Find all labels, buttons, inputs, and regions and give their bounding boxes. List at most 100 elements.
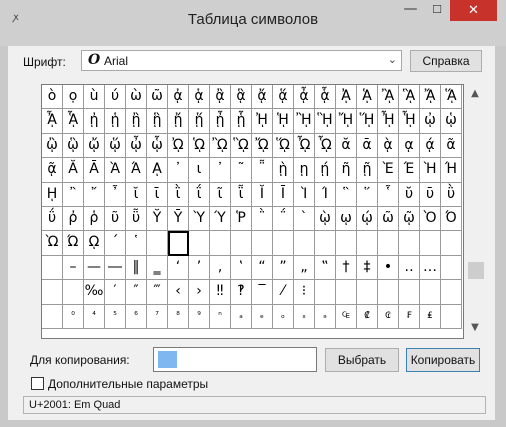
character-cell[interactable]: ₡ (357, 304, 378, 329)
character-cell[interactable] (63, 280, 84, 305)
help-button[interactable]: Справка (410, 50, 482, 72)
character-cell[interactable] (378, 280, 399, 305)
character-cell[interactable]: ᾷ (42, 158, 63, 183)
character-cell[interactable]: ᾙ (273, 109, 294, 134)
character-cell[interactable]: Ὴ (420, 158, 441, 183)
character-cell[interactable]: ᾓ (147, 109, 168, 134)
character-cell[interactable]: Ὼ (42, 231, 63, 256)
character-cell[interactable]: ‥ (399, 255, 420, 281)
character-cell[interactable]: ῌ (42, 182, 63, 207)
character-cell[interactable]: ₣ (399, 304, 420, 329)
character-cell[interactable]: ᾲ (378, 133, 399, 159)
character-cell[interactable]: ᾪ (210, 133, 231, 159)
select-button[interactable]: Выбрать (325, 348, 399, 372)
character-cell[interactable] (420, 231, 441, 256)
character-cell[interactable]: Ὲ (378, 158, 399, 183)
character-cell[interactable]: ‚ (210, 255, 231, 281)
character-cell[interactable]: ᾶ (441, 133, 462, 159)
character-cell[interactable] (357, 231, 378, 256)
character-cell[interactable]: Ᾱ (84, 158, 105, 183)
character-cell[interactable]: ῴ (357, 206, 378, 232)
font-dropdown[interactable]: O Arial ⌄ (81, 50, 402, 71)
character-cell[interactable]: ᾍ (441, 85, 462, 110)
character-cell[interactable]: ⁵ (105, 304, 126, 329)
character-cell[interactable]: ῇ (357, 158, 378, 183)
character-cell[interactable]: ᾋ (399, 85, 420, 110)
copy-input[interactable] (153, 347, 317, 372)
character-cell[interactable]: ῀ (231, 158, 252, 183)
character-cell[interactable]: ᾴ (420, 133, 441, 159)
character-cell[interactable] (189, 231, 210, 256)
character-cell[interactable]: ᾁ (189, 85, 210, 110)
character-cell[interactable]: ᾜ (336, 109, 357, 134)
character-cell[interactable] (315, 280, 336, 305)
character-cell[interactable]: ᾐ (84, 109, 105, 134)
character-cell[interactable]: Ὺ (189, 206, 210, 232)
character-cell[interactable]: Ῑ (273, 182, 294, 207)
character-cell[interactable]: ᾫ (231, 133, 252, 159)
character-cell[interactable]: ᾧ (147, 133, 168, 159)
character-cell[interactable]: ῲ (315, 206, 336, 232)
character-cell[interactable]: ′ (105, 280, 126, 305)
character-cell[interactable]: ᾑ (105, 109, 126, 134)
character-cell[interactable]: ᾬ (252, 133, 273, 159)
character-cell[interactable]: ᾎ (42, 109, 63, 134)
character-cell[interactable]: ‖ (126, 255, 147, 281)
character-cell[interactable]: ’ (189, 255, 210, 281)
character-cell[interactable]: ᾊ (378, 85, 399, 110)
character-cell[interactable]: ῗ (231, 182, 252, 207)
character-cell[interactable]: • (378, 255, 399, 281)
character-cell[interactable]: ᾯ (315, 133, 336, 159)
character-cell[interactable]: ῝ (336, 182, 357, 207)
character-cell[interactable]: Ὰ (105, 158, 126, 183)
character-cell[interactable]: Ί (315, 182, 336, 207)
character-cell[interactable] (399, 231, 420, 256)
character-cell[interactable]: ᾃ (231, 85, 252, 110)
advanced-options-label[interactable]: Дополнительные параметры (48, 377, 208, 391)
character-cell[interactable]: ᾇ (315, 85, 336, 110)
character-cell[interactable]: Ῠ (147, 206, 168, 232)
minimize-button[interactable]: — (397, 0, 424, 21)
character-cell[interactable]: ῍ (63, 182, 84, 207)
character-cell[interactable]: ᾱ (357, 133, 378, 159)
character-cell[interactable]: ὼ (126, 85, 147, 110)
character-cell[interactable]: ᾀ (168, 85, 189, 110)
character-cell[interactable]: ῧ (126, 206, 147, 232)
character-cell[interactable]: ῑ (147, 182, 168, 207)
character-cell[interactable]: ᾗ (231, 109, 252, 134)
character-cell[interactable]: ῭ (252, 206, 273, 232)
character-cell[interactable]: ₠ (336, 304, 357, 329)
character-cell[interactable]: ῤ (63, 206, 84, 232)
character-cell[interactable]: ᾢ (42, 133, 63, 159)
character-cell[interactable]: ῥ (84, 206, 105, 232)
character-cell[interactable]: ⁝ (294, 280, 315, 305)
character-cell[interactable]: ᾞ (378, 109, 399, 134)
character-cell[interactable]: Ύ (210, 206, 231, 232)
character-cell[interactable] (357, 280, 378, 305)
maximize-button[interactable]: ☐ (424, 0, 450, 21)
character-cell[interactable] (315, 231, 336, 256)
character-cell[interactable]: ⁿ (210, 304, 231, 329)
character-cell[interactable]: ‾ (252, 280, 273, 305)
character-cell[interactable]: ᾣ (63, 133, 84, 159)
scroll-thumb[interactable] (468, 262, 484, 279)
character-cell[interactable] (252, 231, 273, 256)
character-cell[interactable]: ⁴ (84, 304, 105, 329)
character-cell[interactable]: ᾝ (357, 109, 378, 134)
character-cell[interactable]: ‹ (168, 280, 189, 305)
character-cell[interactable]: … (420, 255, 441, 281)
character-cell[interactable]: ῢ (441, 182, 462, 207)
character-cell[interactable]: † (336, 255, 357, 281)
character-cell[interactable]: ῆ (336, 158, 357, 183)
character-cell[interactable] (42, 280, 63, 305)
character-cell[interactable]: ᾦ (126, 133, 147, 159)
character-cell[interactable]: ᾘ (252, 109, 273, 134)
character-cell[interactable]: ᾛ (315, 109, 336, 134)
character-cell[interactable]: ‽ (231, 280, 252, 305)
character-cell[interactable]: ⁷ (147, 304, 168, 329)
character-cell[interactable] (168, 231, 189, 256)
character-cell[interactable]: ῒ (168, 182, 189, 207)
character-cell[interactable]: ᾟ (399, 109, 420, 134)
character-cell[interactable]: ᾿ (210, 158, 231, 183)
character-cell[interactable]: ᾩ (189, 133, 210, 159)
